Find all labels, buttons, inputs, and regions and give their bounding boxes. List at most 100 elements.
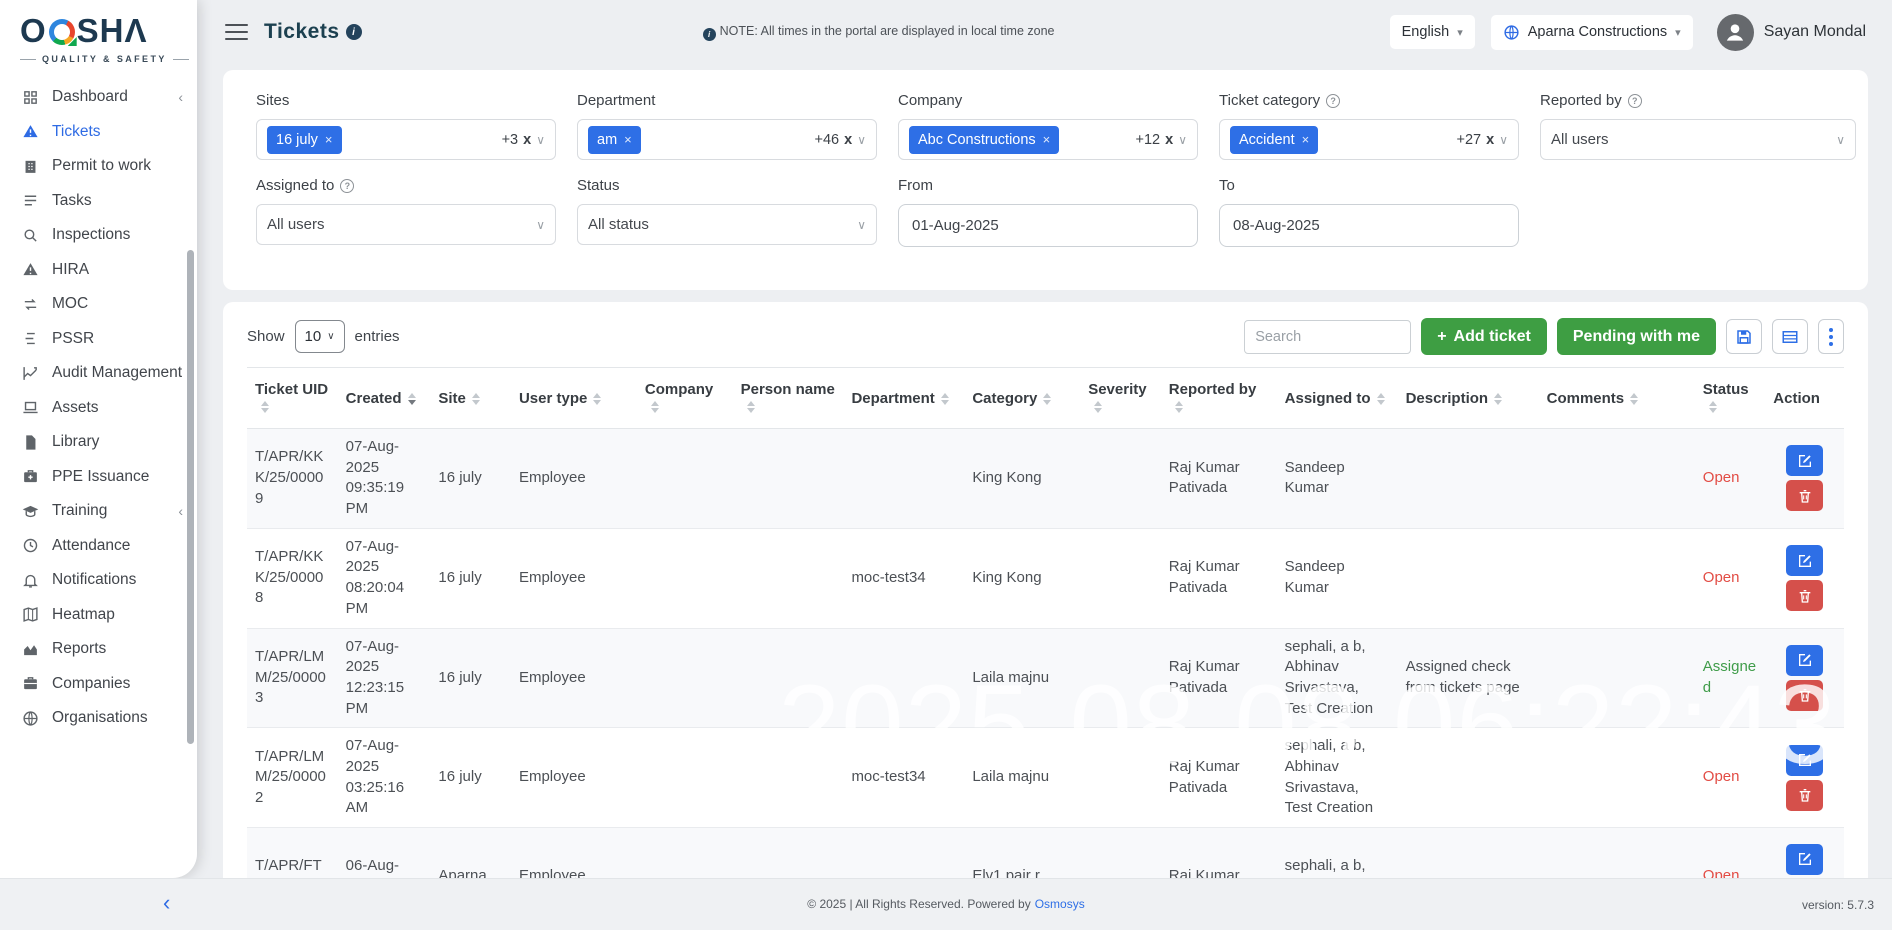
sidebar-item-permit-to-work[interactable]: Permit to work [0, 149, 197, 184]
edit-ticket-button[interactable] [1786, 645, 1823, 676]
col-category[interactable]: Category [964, 368, 1080, 429]
organisation-selector[interactable]: Aparna Constructions ▾ [1491, 15, 1693, 50]
edit-ticket-button[interactable] [1786, 844, 1823, 875]
caret-down-icon: ∨ [327, 331, 334, 342]
sidebar-item-training[interactable]: Training‹ [0, 494, 197, 529]
col-assigned-to[interactable]: Assigned to [1277, 368, 1398, 429]
sort-icon [1630, 393, 1638, 405]
sidebar-item-companies[interactable]: Companies [0, 667, 197, 702]
sidebar-item-pssr[interactable]: PSSR [0, 322, 197, 357]
company-multiselect[interactable]: Abc Constructions× +12x∨ [898, 119, 1198, 160]
more-options-button[interactable] [1818, 319, 1844, 354]
clear-all-icon[interactable]: x [844, 132, 852, 148]
sidebar: O SHΛ QUALITY & SAFETY Dashboard‹ Ticket… [0, 0, 197, 878]
sidebar-item-organisations[interactable]: Organisations [0, 701, 197, 736]
col-created[interactable]: Created [338, 368, 431, 429]
chevron-left-icon: ‹ [178, 89, 183, 105]
page-size-select[interactable]: 10∨ [295, 320, 345, 353]
col-user-type[interactable]: User type [511, 368, 637, 429]
clear-all-icon[interactable]: x [523, 132, 531, 148]
sidebar-item-library[interactable]: Library [0, 425, 197, 460]
sidebar-item-tickets[interactable]: Tickets [0, 115, 197, 150]
osmosys-link[interactable]: Osmosys [1035, 897, 1085, 911]
sidebar-item-inspections[interactable]: Inspections [0, 218, 197, 253]
col-site[interactable]: Site [430, 368, 511, 429]
category-chip[interactable]: Accident× [1230, 126, 1318, 154]
info-icon[interactable]: i [346, 24, 362, 40]
delete-ticket-button[interactable] [1786, 580, 1823, 611]
sidebar-item-moc[interactable]: MOC [0, 287, 197, 322]
help-icon[interactable]: ? [340, 179, 354, 193]
export-save-button[interactable] [1726, 319, 1762, 354]
from-date-input[interactable]: 01-Aug-2025 [898, 204, 1198, 247]
department-chip[interactable]: am× [588, 126, 641, 154]
page-title: Tickets [264, 20, 340, 44]
bell-icon [22, 572, 39, 589]
sidebar-item-assets[interactable]: Assets [0, 391, 197, 426]
col-ticket-uid[interactable]: Ticket UID [247, 368, 338, 429]
delete-ticket-button[interactable] [1786, 780, 1823, 811]
status-select[interactable]: All status∨ [577, 204, 877, 245]
sidebar-item-tasks[interactable]: Tasks [0, 184, 197, 219]
pending-with-me-button[interactable]: Pending with me [1557, 318, 1716, 355]
status-badge: Open [1695, 828, 1766, 879]
filter-assigned-to: Assigned to? All users∨ [256, 177, 556, 247]
help-icon[interactable]: ? [1326, 94, 1340, 108]
chip-close-icon[interactable]: × [624, 132, 632, 147]
sidebar-collapse-chevron[interactable]: ‹ [163, 890, 170, 916]
assigned-to-select[interactable]: All users∨ [256, 204, 556, 245]
filter-from-date: From 01-Aug-2025 [898, 177, 1198, 247]
sidebar-item-audit-management[interactable]: Audit Management [0, 356, 197, 391]
sidebar-item-ppe-issuance[interactable]: PPE Issuance [0, 460, 197, 495]
hamburger-menu-icon[interactable] [225, 19, 248, 45]
company-chip[interactable]: Abc Constructions× [909, 126, 1059, 154]
chip-close-icon[interactable]: × [1302, 132, 1310, 147]
col-comments[interactable]: Comments [1539, 368, 1695, 429]
edit-ticket-button[interactable] [1786, 745, 1823, 776]
sites-chip[interactable]: 16 july× [267, 126, 342, 154]
col-status[interactable]: Status [1695, 368, 1766, 429]
table-row: T/APR/KKK/25/00008 07-Aug-2025 08:20:04 … [247, 528, 1844, 628]
sidebar-item-notifications[interactable]: Notifications [0, 563, 197, 598]
edit-ticket-button[interactable] [1786, 445, 1823, 476]
area-chart-icon [22, 641, 39, 658]
delete-ticket-button[interactable] [1786, 680, 1823, 711]
ticket-category-multiselect[interactable]: Accident× +27x∨ [1219, 119, 1519, 160]
sidebar-item-dashboard[interactable]: Dashboard‹ [0, 80, 197, 115]
search-input[interactable] [1244, 320, 1411, 354]
col-severity[interactable]: Severity [1080, 368, 1161, 429]
clear-all-icon[interactable]: x [1486, 132, 1494, 148]
col-person-name[interactable]: Person name [733, 368, 844, 429]
col-department[interactable]: Department [843, 368, 964, 429]
chip-close-icon[interactable]: × [1043, 132, 1051, 147]
chip-close-icon[interactable]: × [325, 132, 333, 147]
user-menu[interactable]: Sayan Mondal [1717, 14, 1866, 51]
sidebar-item-reports[interactable]: Reports [0, 632, 197, 667]
table-icon [1781, 328, 1799, 346]
language-selector[interactable]: English ▾ [1390, 15, 1475, 49]
to-date-input[interactable]: 08-Aug-2025 [1219, 204, 1519, 247]
clear-all-icon[interactable]: x [1165, 132, 1173, 148]
sort-icon [941, 393, 949, 405]
timezone-note: iNOTE: All times in the portal are displ… [378, 24, 1374, 41]
reported-by-select[interactable]: All users∨ [1540, 119, 1856, 160]
sidebar-item-attendance[interactable]: Attendance [0, 529, 197, 564]
edit-ticket-button[interactable] [1786, 545, 1823, 576]
warning-triangle-icon [22, 261, 39, 278]
department-multiselect[interactable]: am× +46x∨ [577, 119, 877, 160]
briefcase-icon [22, 675, 39, 692]
delete-ticket-button[interactable] [1786, 480, 1823, 511]
column-view-button[interactable] [1772, 319, 1808, 354]
laptop-icon [22, 399, 39, 416]
col-reported-by[interactable]: Reported by [1161, 368, 1277, 429]
add-ticket-button[interactable]: +Add ticket [1421, 318, 1547, 355]
sort-icon [261, 401, 269, 413]
sidebar-item-hira[interactable]: HIRA [0, 253, 197, 288]
sidebar-item-heatmap[interactable]: Heatmap [0, 598, 197, 633]
entries-label: entries [355, 328, 400, 345]
help-icon[interactable]: ? [1628, 94, 1642, 108]
col-company[interactable]: Company [637, 368, 733, 429]
sites-multiselect[interactable]: 16 july× +3x∨ [256, 119, 556, 160]
col-description[interactable]: Description [1398, 368, 1539, 429]
sidebar-scrollbar[interactable] [187, 250, 194, 744]
